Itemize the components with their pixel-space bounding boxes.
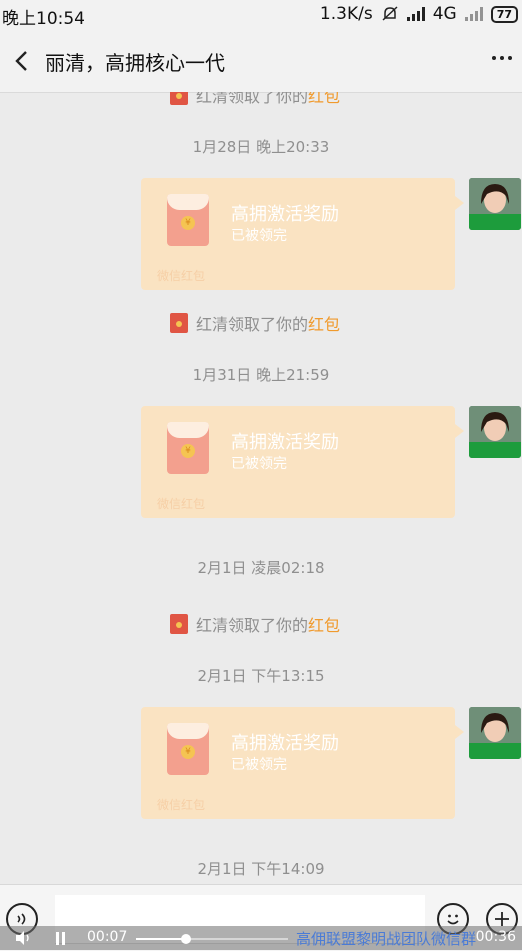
redpacket-message[interactable]: ¥ 高拥激活奖励 已被领完 微信红包 (141, 178, 464, 290)
redpacket-footer: 微信红包 (157, 497, 206, 511)
avatar-image (469, 707, 521, 759)
redpacket-status: 已被领完 (231, 228, 287, 244)
message-list[interactable]: 红清领取了你的 红包 1月28日 晚上20:33 ¥ 高拥激活奖励 已被领完 微… (0, 92, 522, 884)
system-message: 红清领取了你的 红包 (170, 92, 340, 107)
avatar-image (469, 178, 521, 230)
video-watermark: 高佣联盟黎明战团队微信群 (296, 930, 477, 948)
battery-icon: 77 (490, 5, 518, 23)
avatar-image (469, 406, 521, 458)
system-message: 红清领取了你的 红包 (170, 612, 340, 636)
redpacket-mini-icon (170, 614, 188, 634)
more-options-icon[interactable] (492, 56, 512, 60)
redpacket-mini-icon (170, 92, 188, 105)
video-progress-track[interactable] (136, 934, 288, 944)
video-duration: 00:36 (475, 929, 516, 945)
video-current-time: 00:07 (87, 929, 128, 945)
avatar[interactable] (469, 178, 521, 230)
video-progress-fill (136, 938, 187, 940)
redpacket-footer: 微信红包 (157, 269, 206, 283)
redpacket-title: 高拥激活奖励 (231, 204, 339, 225)
redpacket-link[interactable]: 红包 (308, 92, 340, 107)
signal-icon (406, 7, 425, 21)
system-message-text: 红清领取了你的 (196, 315, 309, 334)
signal-icon-secondary (464, 7, 483, 21)
redpacket-status: 已被领完 (231, 456, 287, 472)
status-time: 晚上10:54 (2, 9, 85, 29)
redpacket-message[interactable]: ¥ 高拥激活奖励 已被领完 微信红包 (141, 707, 464, 819)
redpacket-status: 已被领完 (231, 757, 287, 773)
redpacket-message[interactable]: ¥ 高拥激活奖励 已被领完 微信红包 (141, 406, 464, 518)
network-type: 4G (432, 4, 457, 24)
back-arrow-icon[interactable] (10, 48, 36, 74)
redpacket-link[interactable]: 红包 (308, 612, 340, 636)
timestamp: 2月1日 凌晨02:18 (197, 559, 325, 577)
redpacket-icon: ¥ (167, 723, 209, 775)
network-speed: 1.3K/s (319, 4, 373, 24)
system-message: 红清领取了你的 红包 (170, 311, 340, 335)
volume-icon[interactable] (14, 930, 34, 946)
redpacket-title: 高拥激活奖励 (231, 432, 339, 453)
timestamp: 2月1日 下午13:15 (197, 667, 325, 685)
timestamp: 1月28日 晚上20:33 (192, 138, 330, 156)
redpacket-mini-icon (170, 313, 188, 333)
system-message-text: 红清领取了你的 (196, 92, 309, 106)
timestamp: 2月1日 下午14:09 (197, 860, 325, 878)
redpacket-footer: 微信红包 (157, 798, 206, 812)
avatar[interactable] (469, 406, 521, 458)
redpacket-icon: ¥ (167, 422, 209, 474)
video-progress-knob[interactable] (181, 934, 192, 944)
video-player-bar: 00:07 高佣联盟黎明战团队微信群 00:36 (0, 926, 522, 950)
pause-icon[interactable] (56, 932, 68, 945)
chat-header: 丽清，高拥核心一代 (0, 30, 522, 93)
chat-title: 丽清，高拥核心一代 (45, 51, 225, 75)
avatar[interactable] (469, 707, 521, 759)
status-indicators: 1.3K/s 4G 77 (320, 4, 518, 24)
mute-bell-icon (382, 6, 398, 21)
redpacket-link[interactable]: 红包 (308, 311, 340, 335)
status-bar: 晚上10:54 1.3K/s 4G 77 (0, 0, 522, 30)
redpacket-icon: ¥ (167, 194, 209, 246)
timestamp: 1月31日 晚上21:59 (192, 366, 330, 384)
system-message-text: 红清领取了你的 (196, 616, 309, 635)
redpacket-title: 高拥激活奖励 (231, 733, 339, 754)
